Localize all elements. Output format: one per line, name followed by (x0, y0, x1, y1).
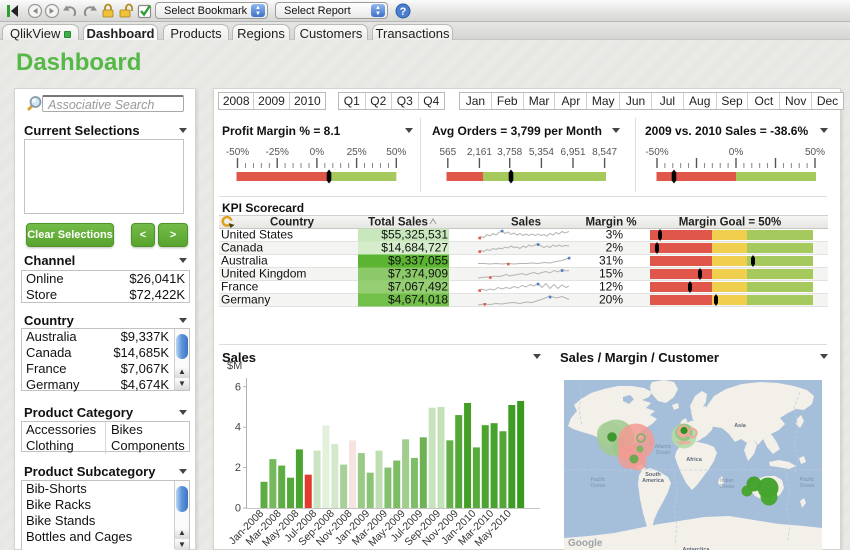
svg-text:$7,067,492: $7,067,492 (388, 280, 448, 294)
svg-text:15%: 15% (599, 267, 623, 281)
svg-text:$M: $M (227, 360, 242, 372)
svg-text:3,758: 3,758 (497, 147, 522, 158)
svg-text:31%: 31% (599, 254, 623, 268)
svg-text:4: 4 (235, 422, 241, 434)
svg-text:Google: Google (568, 538, 603, 549)
svg-text:20%: 20% (599, 293, 623, 307)
svg-text:565: 565 (439, 147, 456, 158)
svg-text:Margin Goal = 50%: Margin Goal = 50% (679, 217, 782, 229)
svg-text:0%: 0% (310, 147, 325, 158)
svg-text:?: ? (400, 6, 407, 18)
svg-text:Ocean: Ocean (800, 483, 815, 489)
svg-text:5,354: 5,354 (529, 147, 554, 158)
svg-text:3%: 3% (606, 228, 624, 242)
svg-text:Ocean: Ocean (720, 484, 735, 490)
svg-text:$55,325,531: $55,325,531 (381, 228, 448, 242)
svg-text:Africa: Africa (686, 457, 703, 463)
svg-text:Ocean: Ocean (656, 450, 671, 456)
svg-text:6,951: 6,951 (560, 147, 585, 158)
svg-text:50%: 50% (805, 147, 825, 158)
svg-text:2: 2 (235, 462, 241, 474)
svg-text:8,547: 8,547 (592, 147, 617, 158)
svg-text:$9,337,055: $9,337,055 (388, 254, 448, 268)
svg-text:$4,674,018: $4,674,018 (388, 293, 448, 307)
svg-text:12%: 12% (599, 280, 623, 294)
svg-text:$7,374,909: $7,374,909 (388, 267, 448, 281)
svg-text:Asia: Asia (734, 423, 747, 429)
svg-text:0: 0 (235, 503, 241, 515)
svg-text:-50%: -50% (226, 147, 249, 158)
svg-text:Australia: Australia (221, 254, 268, 268)
svg-text:50%: 50% (386, 147, 406, 158)
svg-text:2,161: 2,161 (467, 147, 492, 158)
svg-text:United Kingdom: United Kingdom (221, 267, 306, 281)
svg-text:United States: United States (221, 228, 293, 242)
svg-text:America: America (642, 478, 665, 484)
svg-text:6: 6 (235, 381, 241, 393)
svg-text:0%: 0% (729, 147, 744, 158)
svg-text:$14,684,727: $14,684,727 (381, 241, 448, 255)
svg-text:Sales: Sales (511, 217, 541, 229)
svg-text:Canada: Canada (221, 241, 263, 255)
svg-text:-50%: -50% (645, 147, 668, 158)
svg-text:-25%: -25% (266, 147, 289, 158)
svg-text:Ocean: Ocean (591, 483, 606, 489)
svg-text:25%: 25% (347, 147, 367, 158)
svg-text:2%: 2% (606, 241, 624, 255)
svg-text:France: France (221, 280, 259, 294)
svg-text:Germany: Germany (221, 293, 270, 307)
